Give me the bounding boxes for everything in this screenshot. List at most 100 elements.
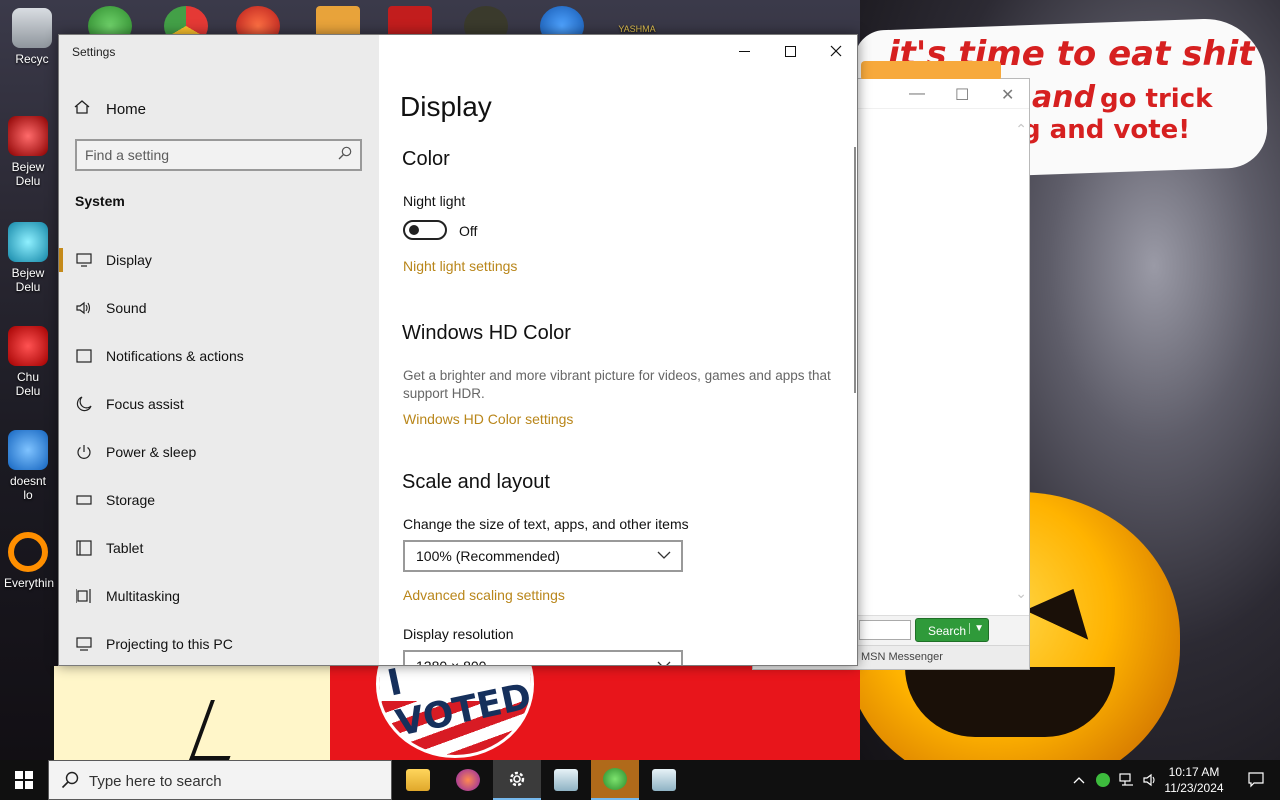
resolution-dropdown[interactable]: 1280 × 800: [403, 650, 683, 666]
sidebar-item-tablet[interactable]: Tablet: [59, 528, 379, 568]
wallpaper-text-line2b: go trick: [1100, 84, 1213, 114]
sidebar-item-label: Power & sleep: [106, 444, 197, 460]
home-icon: [74, 99, 92, 120]
taskbar-app-window-1[interactable]: [542, 760, 590, 800]
desktop-icon-bejeweled-1[interactable]: Bejew Delu: [4, 116, 52, 188]
moon-icon: [75, 395, 93, 413]
hd-color-settings-link[interactable]: Windows HD Color settings: [403, 411, 573, 427]
scale-value: 100% (Recommended): [416, 548, 560, 564]
search-icon: [61, 771, 79, 789]
desktop-icon-everything[interactable]: Everythin: [4, 532, 54, 590]
speaker-icon: [75, 299, 93, 317]
msn-search-button-label: Search: [928, 624, 967, 638]
sidebar-item-storage[interactable]: Storage: [59, 480, 379, 520]
toggle-knob: [409, 225, 419, 235]
sidebar-item-label: Multitasking: [106, 588, 180, 604]
monitor-icon: [75, 251, 93, 269]
home-nav-item[interactable]: Home: [74, 97, 146, 121]
wallpaper-text-line2a: and: [1032, 80, 1096, 115]
taskbar-settings[interactable]: [493, 760, 541, 800]
sidebar-item-label: Sound: [106, 300, 147, 316]
search-magnifier-icon: [8, 532, 48, 572]
settings-sidebar: Settings Home System Display Sound Notif…: [59, 35, 379, 665]
browser-icon: [456, 769, 480, 791]
sidebar-item-sound[interactable]: Sound: [59, 288, 379, 328]
sidebar-item-notifications[interactable]: Notifications & actions: [59, 336, 379, 376]
gem-icon: [8, 222, 48, 262]
sidebar-item-label: Notifications & actions: [106, 348, 244, 364]
chevron-up-icon: [1073, 777, 1085, 784]
night-light-settings-link[interactable]: Night light settings: [403, 258, 517, 274]
chevron-up-icon[interactable]: ⌃: [1015, 121, 1027, 138]
search-icon: [338, 146, 352, 160]
content-scrollbar[interactable]: [854, 147, 856, 393]
speaker-icon: [1143, 773, 1155, 787]
maximize-icon[interactable]: ☐: [955, 85, 969, 105]
start-button[interactable]: [0, 760, 48, 800]
window-app-icon: [554, 769, 578, 791]
desktop-icon-label: Bejew Delu: [11, 160, 45, 188]
desktop-icon-label: doesnt lo: [9, 474, 47, 502]
advanced-scaling-link[interactable]: Advanced scaling settings: [403, 587, 565, 603]
find-setting-input[interactable]: [85, 145, 325, 165]
taskbar-file-explorer[interactable]: [394, 760, 442, 800]
notification-icon: [1248, 772, 1264, 788]
action-center-button[interactable]: [1232, 760, 1280, 800]
taskbar-app-window-2[interactable]: [640, 760, 688, 800]
system-section-label: System: [75, 193, 125, 209]
settings-window[interactable]: Settings Home System Display Sound Notif…: [58, 34, 858, 666]
msn-search-button[interactable]: Search ▼: [915, 618, 989, 642]
multitasking-icon: [75, 587, 93, 605]
power-icon: [75, 443, 93, 461]
scale-dropdown[interactable]: 100% (Recommended): [403, 540, 683, 572]
taskbar-search-box[interactable]: Type here to search: [48, 760, 392, 800]
chevron-down-icon: [657, 658, 671, 665]
night-light-toggle[interactable]: [403, 220, 447, 240]
messenger-users-icon: [603, 768, 627, 790]
desktop-top-label: YASHMA: [618, 24, 656, 34]
hd-color-heading: Windows HD Color: [402, 322, 571, 344]
sidebar-item-power-sleep[interactable]: Power & sleep: [59, 432, 379, 472]
taskbar-msn-messenger[interactable]: [591, 760, 639, 800]
close-icon[interactable]: ✕: [1001, 85, 1014, 105]
wallpaper-yellow-panel: [50, 666, 330, 760]
desktop-icon-recycle-bin[interactable]: Recyc: [8, 8, 56, 66]
window-app-icon: [652, 769, 676, 791]
tray-messenger[interactable]: [1092, 760, 1114, 800]
gear-icon: [509, 771, 525, 787]
clock-date: 11/23/2024: [1164, 781, 1224, 795]
desktop-icon-shortcut[interactable]: doesnt lo: [4, 430, 52, 502]
desktop-icon-bejeweled-2[interactable]: Bejew Delu: [4, 222, 52, 294]
resolution-value: 1280 × 800: [416, 658, 487, 666]
tray-volume[interactable]: [1140, 760, 1162, 800]
sidebar-item-label: Focus assist: [106, 396, 184, 412]
sidebar-item-display[interactable]: Display: [59, 240, 379, 280]
taskbar-clock[interactable]: 10:17 AM 11/23/2024: [1160, 764, 1228, 796]
resolution-label: Display resolution: [403, 626, 514, 642]
sidebar-item-focus-assist[interactable]: Focus assist: [59, 384, 379, 424]
taskbar-search-placeholder: Type here to search: [89, 773, 222, 790]
chevron-down-icon: [657, 548, 671, 562]
tray-network[interactable]: [1116, 760, 1138, 800]
scale-label: Change the size of text, apps, and other…: [403, 516, 689, 532]
minimize-icon[interactable]: —: [909, 85, 925, 103]
taskbar-browser[interactable]: [444, 760, 492, 800]
sidebar-item-label: Projecting to this PC: [106, 636, 233, 652]
display-settings-content: Display Color Night light Off Night ligh…: [379, 35, 857, 665]
notification-icon: [75, 347, 93, 365]
clock-time: 10:17 AM: [1168, 765, 1220, 779]
desktop-icon-label: Recyc: [15, 52, 49, 66]
chevron-down-icon[interactable]: ⌄: [1015, 585, 1027, 602]
msn-search-input[interactable]: [859, 620, 911, 640]
taskbar: Type here to search 10:17 AM 11/23/2024: [0, 760, 1280, 800]
sidebar-item-label: Tablet: [106, 540, 144, 556]
find-setting-search-box[interactable]: [75, 139, 362, 171]
sidebar-item-multitasking[interactable]: Multitasking: [59, 576, 379, 616]
network-icon: [1119, 773, 1133, 786]
chevron-down-icon[interactable]: ▼: [969, 623, 984, 634]
desktop-icon-chuzzle[interactable]: Chu Delu: [4, 326, 52, 398]
show-hidden-icons-button[interactable]: [1068, 760, 1090, 800]
scale-layout-heading: Scale and layout: [402, 471, 550, 493]
night-light-label: Night light: [403, 193, 466, 209]
sidebar-item-projecting[interactable]: Projecting to this PC: [59, 624, 379, 664]
